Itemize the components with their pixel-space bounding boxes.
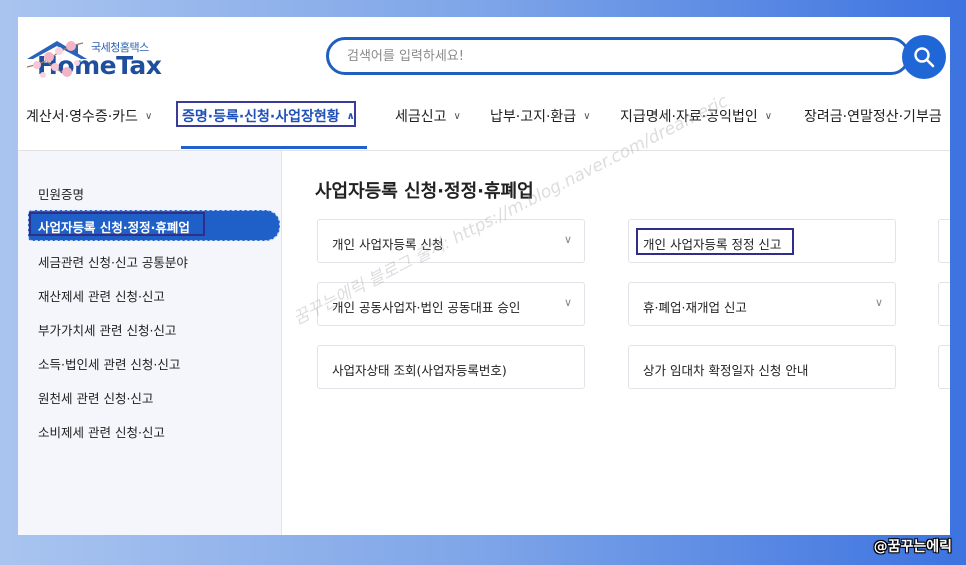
sidebar-item-civil-certificate[interactable]: 민원증명 [38,184,84,203]
gnb-item-invoice[interactable]: 계산서·영수증·카드 ∨ [26,106,152,126]
menu-card-status-lookup[interactable]: 사업자상태 조회(사업자등록번호) [317,345,585,389]
search-bar[interactable] [326,37,910,75]
global-nav: 계산서·영수증·카드 ∨ 증명·등록·신청·사업장현황 ∧ 세금신고 ∨ 납부·… [18,100,950,151]
chevron-down-icon: ∨ [764,110,773,122]
menu-card-label: 사업자상태 조회(사업자등록번호) [332,363,507,378]
chevron-down-icon: ∨ [874,296,883,309]
hometax-page: 국세청홈택스 HomeTax 계산서·영수증·카드 ∨ [18,17,950,535]
side-nav [18,151,282,535]
gnb-item-incentive[interactable]: 장려금·연말정산·기부금 [804,106,942,126]
menu-card-label: 휴·폐업·재개업 신고 [643,300,747,315]
menu-card-closure-reopen[interactable]: 휴·폐업·재개업 신고 ∨ [628,282,896,326]
gnb-item-label: 계산서·영수증·카드 [26,109,138,125]
chevron-down-icon: ∨ [144,110,153,122]
sidebar-highlight-box [29,212,205,236]
gnb-item-label: 납부·고지·환급 [490,109,577,125]
hometax-logo[interactable]: 국세청홈택스 HomeTax [25,37,225,87]
search-icon [914,47,935,68]
menu-card-label: 상가 임대차 확정일자 신청 안내 [643,363,809,378]
gnb-item-label: 장려금·연말정산·기부금 [804,109,942,125]
menu-card-lease-date[interactable]: 상가 임대차 확정일자 신청 안내 [628,345,896,389]
menu-card-clipped[interactable] [938,219,950,263]
search-input[interactable] [345,48,869,65]
chevron-down-icon: ∨ [583,110,591,122]
sidebar-item-consumption-tax[interactable]: 소비제세 관련 신청·신고 [38,422,165,441]
chevron-down-icon: ∨ [563,296,572,309]
chevron-down-icon: ∨ [563,233,572,246]
gnb-active-underline [181,146,367,149]
gnb-item-payment[interactable]: 납부·고지·환급 ∨ [490,106,591,126]
sidebar-item-property-tax[interactable]: 재산제세 관련 신청·신고 [38,286,165,305]
menu-card-clipped[interactable] [938,282,950,326]
sidebar-item-withholding-tax[interactable]: 원천세 관련 신청·신고 [38,388,153,407]
sidebar-item-common-tax[interactable]: 세금관련 신청·신고 공통분야 [38,252,188,271]
search-button[interactable] [902,35,946,79]
cherry-blossom-icon [26,41,84,78]
gnb-item-label: 세금신고 [395,109,447,125]
card-highlight-box [636,228,794,255]
menu-card-label: 개인 공동사업자·법인 공동대표 승인 [332,300,521,315]
chevron-down-icon: ∨ [453,110,461,122]
menu-card-clipped[interactable] [938,345,950,389]
gnb-highlight-box [176,101,356,127]
sidebar-item-income-corporate-tax[interactable]: 소득·법인세 관련 신청·신고 [38,354,180,373]
gnb-item-tax-return[interactable]: 세금신고 ∨ [395,106,461,126]
sidebar-item-vat[interactable]: 부가가치세 관련 신청·신고 [38,320,176,339]
credit-watermark: @꿈꾸는에릭 [873,539,952,555]
